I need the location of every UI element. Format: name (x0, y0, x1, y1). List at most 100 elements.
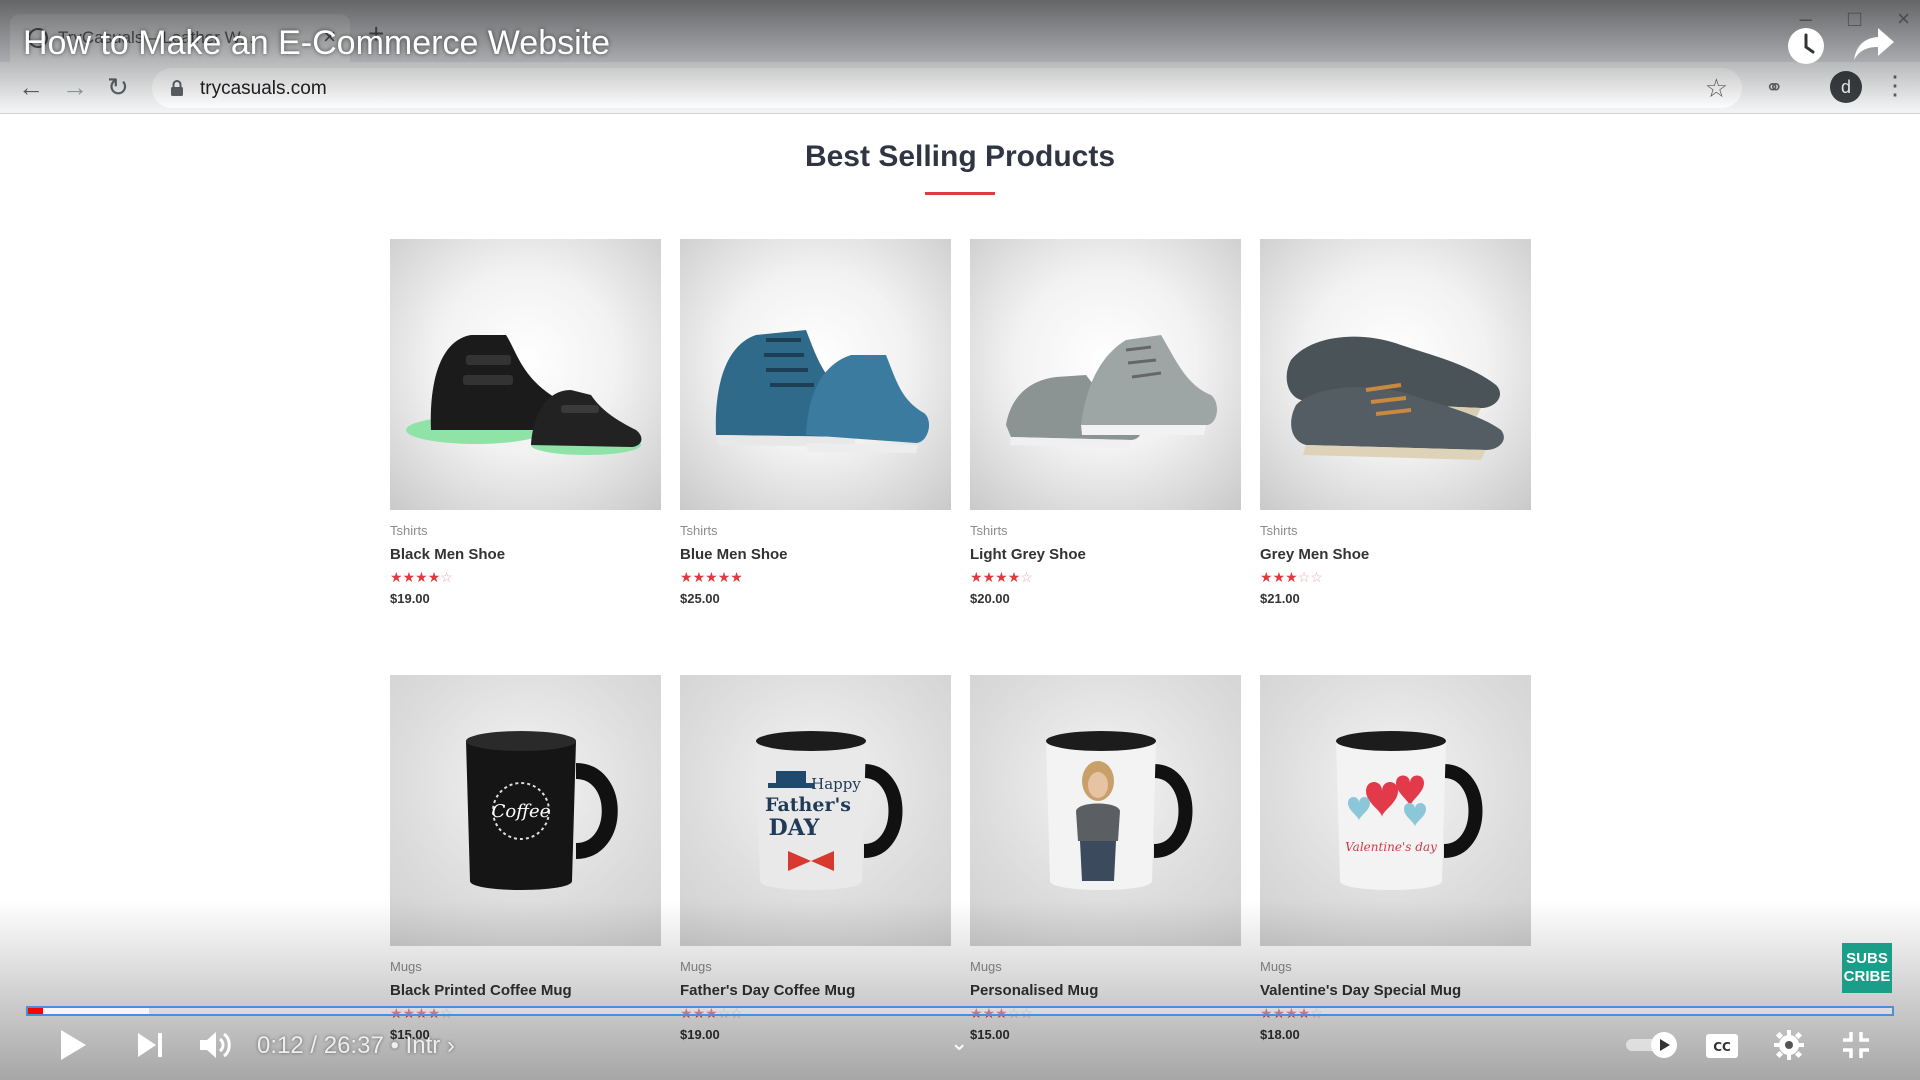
product-image[interactable] (970, 239, 1241, 510)
forward-arrow-icon[interactable]: → (62, 72, 88, 102)
mug-day-text: DAY (768, 815, 819, 841)
product-price: $25.00 (680, 591, 720, 606)
product-image[interactable]: Valentine's day (1260, 675, 1531, 946)
svg-text:CC: CC (1713, 1040, 1731, 1054)
bookmark-star-icon[interactable]: ☆ (1705, 73, 1728, 104)
product-card[interactable]: Tshirts Black Men Shoe ★★★★☆ $19.00 (390, 239, 661, 606)
product-card[interactable]: Coffee Mugs Black Printed Coffee Mug ★★★… (390, 675, 661, 1042)
product-price: $18.00 (1260, 1027, 1300, 1042)
product-name[interactable]: Light Grey Shoe (970, 546, 1241, 563)
black-shoe-illustration (405, 334, 641, 455)
star-filled-icon: ★ (427, 569, 441, 585)
felt-shoe-illustration (1286, 336, 1504, 460)
time-display: 0:12 / 26:37 • Intr › (257, 1032, 455, 1059)
product-price: $19.00 (680, 1027, 720, 1042)
product-category: Tshirts (680, 523, 718, 538)
mug-fathers-text: Father's (765, 794, 851, 816)
hearts-mug-illustration: Valentine's day (1335, 730, 1482, 890)
volume-icon[interactable] (198, 1030, 232, 1060)
browser-menu-icon[interactable]: ⋮ (1882, 70, 1908, 101)
captions-icon[interactable]: CC (1705, 1033, 1739, 1059)
product-image[interactable] (680, 239, 951, 510)
star-empty-icon: ☆ (440, 569, 453, 585)
reload-icon[interactable]: ↻ (107, 72, 129, 102)
product-card[interactable]: Mugs Personalised Mug ★★★☆☆ $15.00 (970, 675, 1241, 1042)
mug-happy-text: Happy (811, 775, 861, 793)
product-name[interactable]: Valentine's Day Special Mug (1260, 982, 1531, 999)
close-window-icon[interactable]: × (1897, 6, 1910, 32)
product-image[interactable] (390, 239, 661, 510)
product-category: Mugs (680, 959, 712, 974)
star-filled-icon: ★ (995, 569, 1008, 585)
product-category: Tshirts (970, 523, 1008, 538)
product-image[interactable]: Happy Father's DAY (680, 675, 951, 946)
back-arrow-icon[interactable]: ← (18, 72, 44, 102)
black-mug-illustration: Coffee (465, 730, 618, 890)
video-title[interactable]: How to Make an E-Commerce Website (23, 24, 610, 63)
star-filled-icon: ★ (1007, 569, 1021, 585)
settings-gear-icon[interactable] (1774, 1030, 1804, 1060)
play-icon[interactable] (58, 1028, 88, 1062)
product-category: Mugs (390, 959, 422, 974)
star-rating: ★★★★☆ (970, 569, 1241, 586)
subscribe-text: SUBS CRIBE (1843, 950, 1891, 985)
star-filled-icon: ★ (730, 569, 743, 585)
product-name[interactable]: Personalised Mug (970, 982, 1241, 999)
product-image[interactable] (970, 675, 1241, 946)
star-empty-icon: ☆ (1297, 569, 1311, 585)
watch-later-icon[interactable] (1786, 26, 1826, 66)
star-filled-icon: ★ (705, 569, 718, 585)
product-name[interactable]: Blue Men Shoe (680, 546, 951, 563)
progress-bar[interactable] (26, 1006, 1894, 1016)
product-name[interactable]: Black Printed Coffee Mug (390, 982, 661, 999)
product-card[interactable]: Tshirts Light Grey Shoe ★★★★☆ $20.00 (970, 239, 1241, 606)
url-text: trycasuals.com (200, 78, 327, 99)
product-category: Tshirts (390, 523, 428, 538)
autoplay-toggle[interactable] (1624, 1030, 1680, 1060)
chevron-down-icon[interactable]: ⌄ (950, 1030, 968, 1056)
star-empty-icon: ☆ (1310, 569, 1323, 585)
lock-icon (171, 80, 183, 96)
star-filled-icon: ★ (982, 569, 996, 585)
exit-fullscreen-icon[interactable] (1841, 1030, 1871, 1060)
product-image[interactable] (1260, 239, 1531, 510)
share-icon[interactable] (1852, 24, 1896, 64)
product-card[interactable]: Valentine's day Mugs Valentine's Day Spe… (1260, 675, 1531, 1042)
photo-mug-illustration (1045, 730, 1192, 890)
product-price: $15.00 (970, 1027, 1010, 1042)
next-video-icon[interactable] (136, 1031, 164, 1059)
star-filled-icon: ★ (1285, 569, 1298, 585)
extension-icon[interactable]: ⚭ (1765, 75, 1783, 101)
section-title: Best Selling Products (804, 140, 1116, 173)
product-name[interactable]: Father's Day Coffee Mug (680, 982, 951, 999)
title-underline (925, 192, 995, 195)
star-empty-icon: ☆ (1020, 569, 1033, 585)
product-card[interactable]: Tshirts Grey Men Shoe ★★★☆☆ $21.00 (1260, 239, 1531, 606)
subscribe-watermark[interactable]: SUBS CRIBE (1842, 943, 1892, 993)
star-filled-icon: ★ (1260, 569, 1273, 585)
product-price: $21.00 (1260, 591, 1300, 606)
star-filled-icon: ★ (415, 569, 428, 585)
star-rating: ★★★★★ (680, 569, 951, 586)
product-name[interactable]: Grey Men Shoe (1260, 546, 1531, 563)
star-filled-icon: ★ (390, 569, 403, 585)
product-category: Mugs (1260, 959, 1292, 974)
product-name[interactable]: Black Men Shoe (390, 546, 661, 563)
browser-toolbar: ← → ↻ trycasuals.com ☆ ⚭ d ⋮ (0, 62, 1920, 114)
fathers-day-mug-illustration: Happy Father's DAY (755, 730, 902, 890)
product-image[interactable]: Coffee (390, 675, 661, 946)
time-current: 0:12 (257, 1032, 304, 1059)
mug-valentine-text: Valentine's day (1345, 840, 1437, 854)
product-card[interactable]: Tshirts Blue Men Shoe ★★★★★ $25.00 (680, 239, 951, 606)
chapter-chevron-icon[interactable]: › (447, 1032, 455, 1059)
star-rating: ★★★☆☆ (1260, 569, 1531, 586)
address-bar[interactable]: trycasuals.com ☆ (152, 68, 1742, 108)
product-price: $20.00 (970, 591, 1010, 606)
product-card[interactable]: Happy Father's DAY Mugs Father's Day Cof… (680, 675, 951, 1042)
star-rating: ★★★★☆ (390, 569, 661, 586)
avatar[interactable]: d (1830, 71, 1862, 103)
time-total: 26:37 (323, 1032, 384, 1059)
chapter-title[interactable]: Intr (406, 1032, 441, 1059)
blue-shoe-illustration (715, 329, 929, 453)
star-filled-icon: ★ (692, 569, 706, 585)
